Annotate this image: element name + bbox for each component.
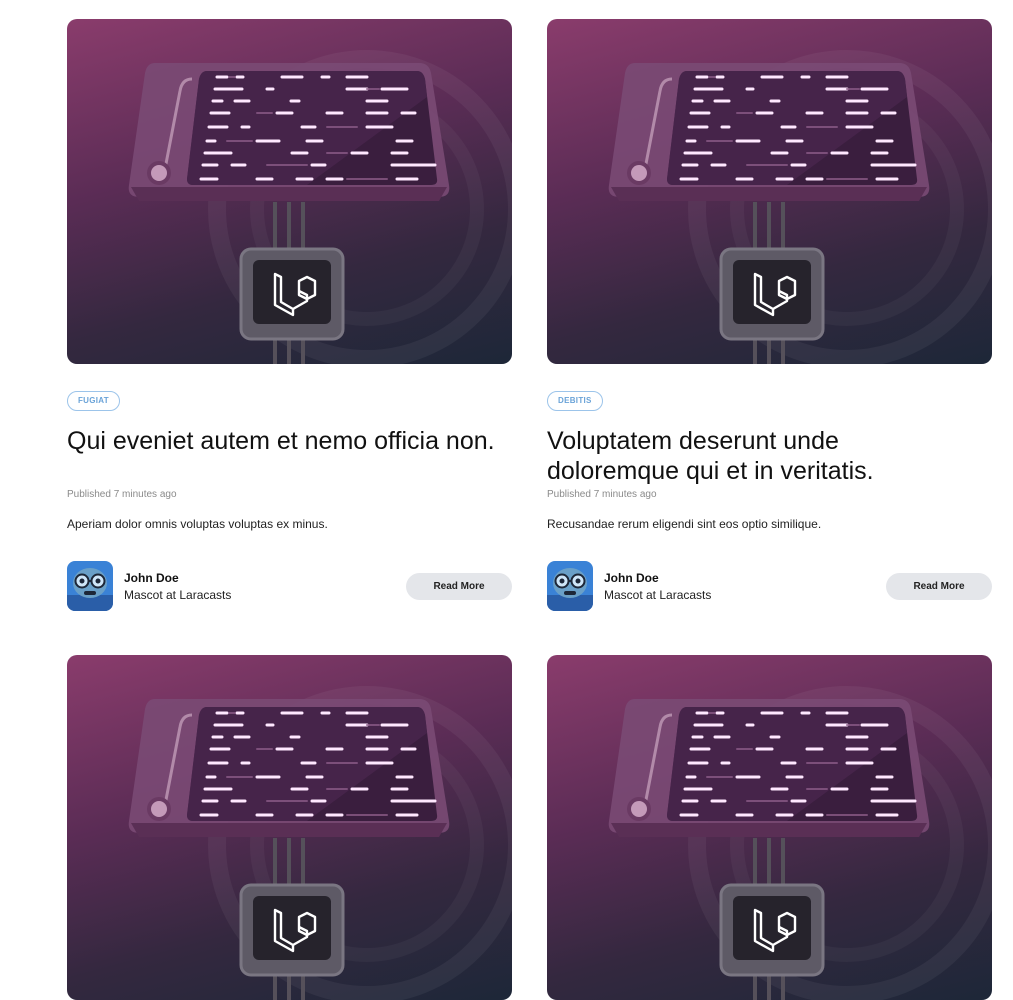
laravel-illustration: [67, 655, 512, 1000]
post-thumbnail[interactable]: [67, 19, 512, 364]
category-tag[interactable]: DEBITIS: [547, 391, 603, 411]
author-role: Mascot at Laracasts: [604, 588, 712, 602]
mascot-avatar-icon: [547, 561, 593, 611]
author-name: John Doe: [124, 571, 179, 585]
post-thumbnail[interactable]: [67, 655, 512, 1000]
post-excerpt: Aperiam dolor omnis voluptas voluptas ex…: [67, 517, 328, 531]
post-card: FUGIAT Qui eveniet autem et nemo officia…: [67, 19, 512, 364]
post-card: [547, 655, 992, 1000]
laravel-illustration: [547, 19, 992, 364]
author-avatar: [67, 561, 113, 611]
author-avatar: [547, 561, 593, 611]
published-date: Published 7 minutes ago: [67, 489, 177, 500]
mascot-avatar-icon: [67, 561, 113, 611]
read-more-button[interactable]: Read More: [886, 573, 992, 600]
read-more-button[interactable]: Read More: [406, 573, 512, 600]
published-date: Published 7 minutes ago: [547, 489, 657, 500]
author-role: Mascot at Laracasts: [124, 588, 232, 602]
post-title[interactable]: Qui eveniet autem et nemo officia non.: [67, 426, 497, 456]
post-thumbnail[interactable]: [547, 19, 992, 364]
post-excerpt: Recusandae rerum eligendi sint eos optio…: [547, 517, 822, 531]
author-name: John Doe: [604, 571, 659, 585]
post-card: DEBITIS Voluptatem deserunt unde dolorem…: [547, 19, 992, 364]
post-thumbnail[interactable]: [547, 655, 992, 1000]
category-tag[interactable]: FUGIAT: [67, 391, 120, 411]
laravel-illustration: [67, 19, 512, 364]
post-card: [67, 655, 512, 1000]
post-title[interactable]: Voluptatem deserunt unde doloremque qui …: [547, 426, 977, 486]
laravel-illustration: [547, 655, 992, 1000]
